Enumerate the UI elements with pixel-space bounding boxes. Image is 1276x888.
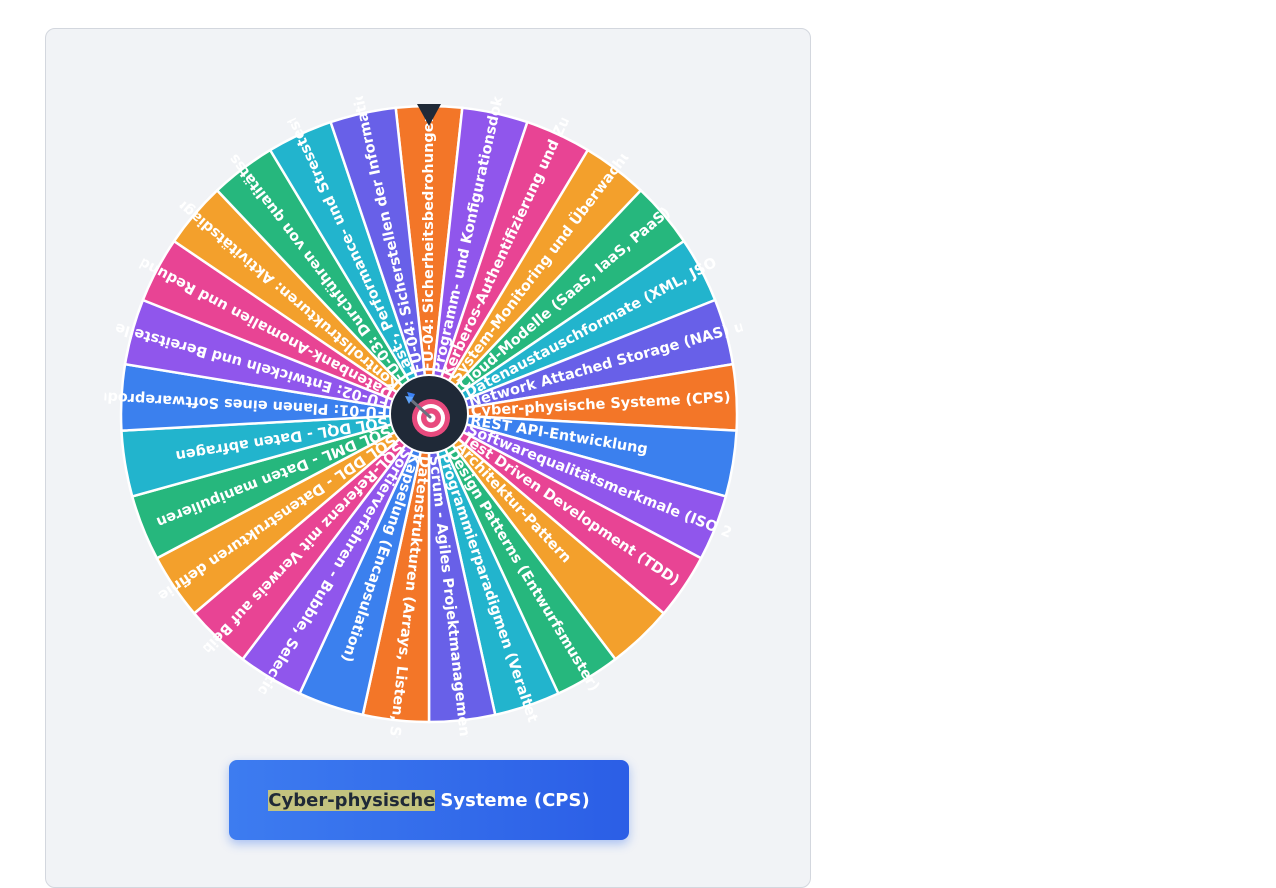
result-button[interactable]: Cyber-physische Systeme (CPS) [229, 760, 629, 840]
wheel-card: FU-04: Sicherheitsbedrohungen Programm- u… [45, 28, 811, 888]
spin-wheel[interactable]: FU-04: SicherheitsbedrohungenProgramm- u… [101, 86, 757, 742]
wheel-hub[interactable] [389, 374, 469, 454]
result-rest-text: Systeme (CPS) [440, 789, 590, 811]
result-highlight-text: Cyber-physische [268, 789, 436, 811]
wheel-segment-label: FU-04: Sicherheitsbedrohungen [421, 112, 437, 372]
wheel-segment-text: FU-04: Sicherheitsbedrohungen [421, 112, 437, 372]
